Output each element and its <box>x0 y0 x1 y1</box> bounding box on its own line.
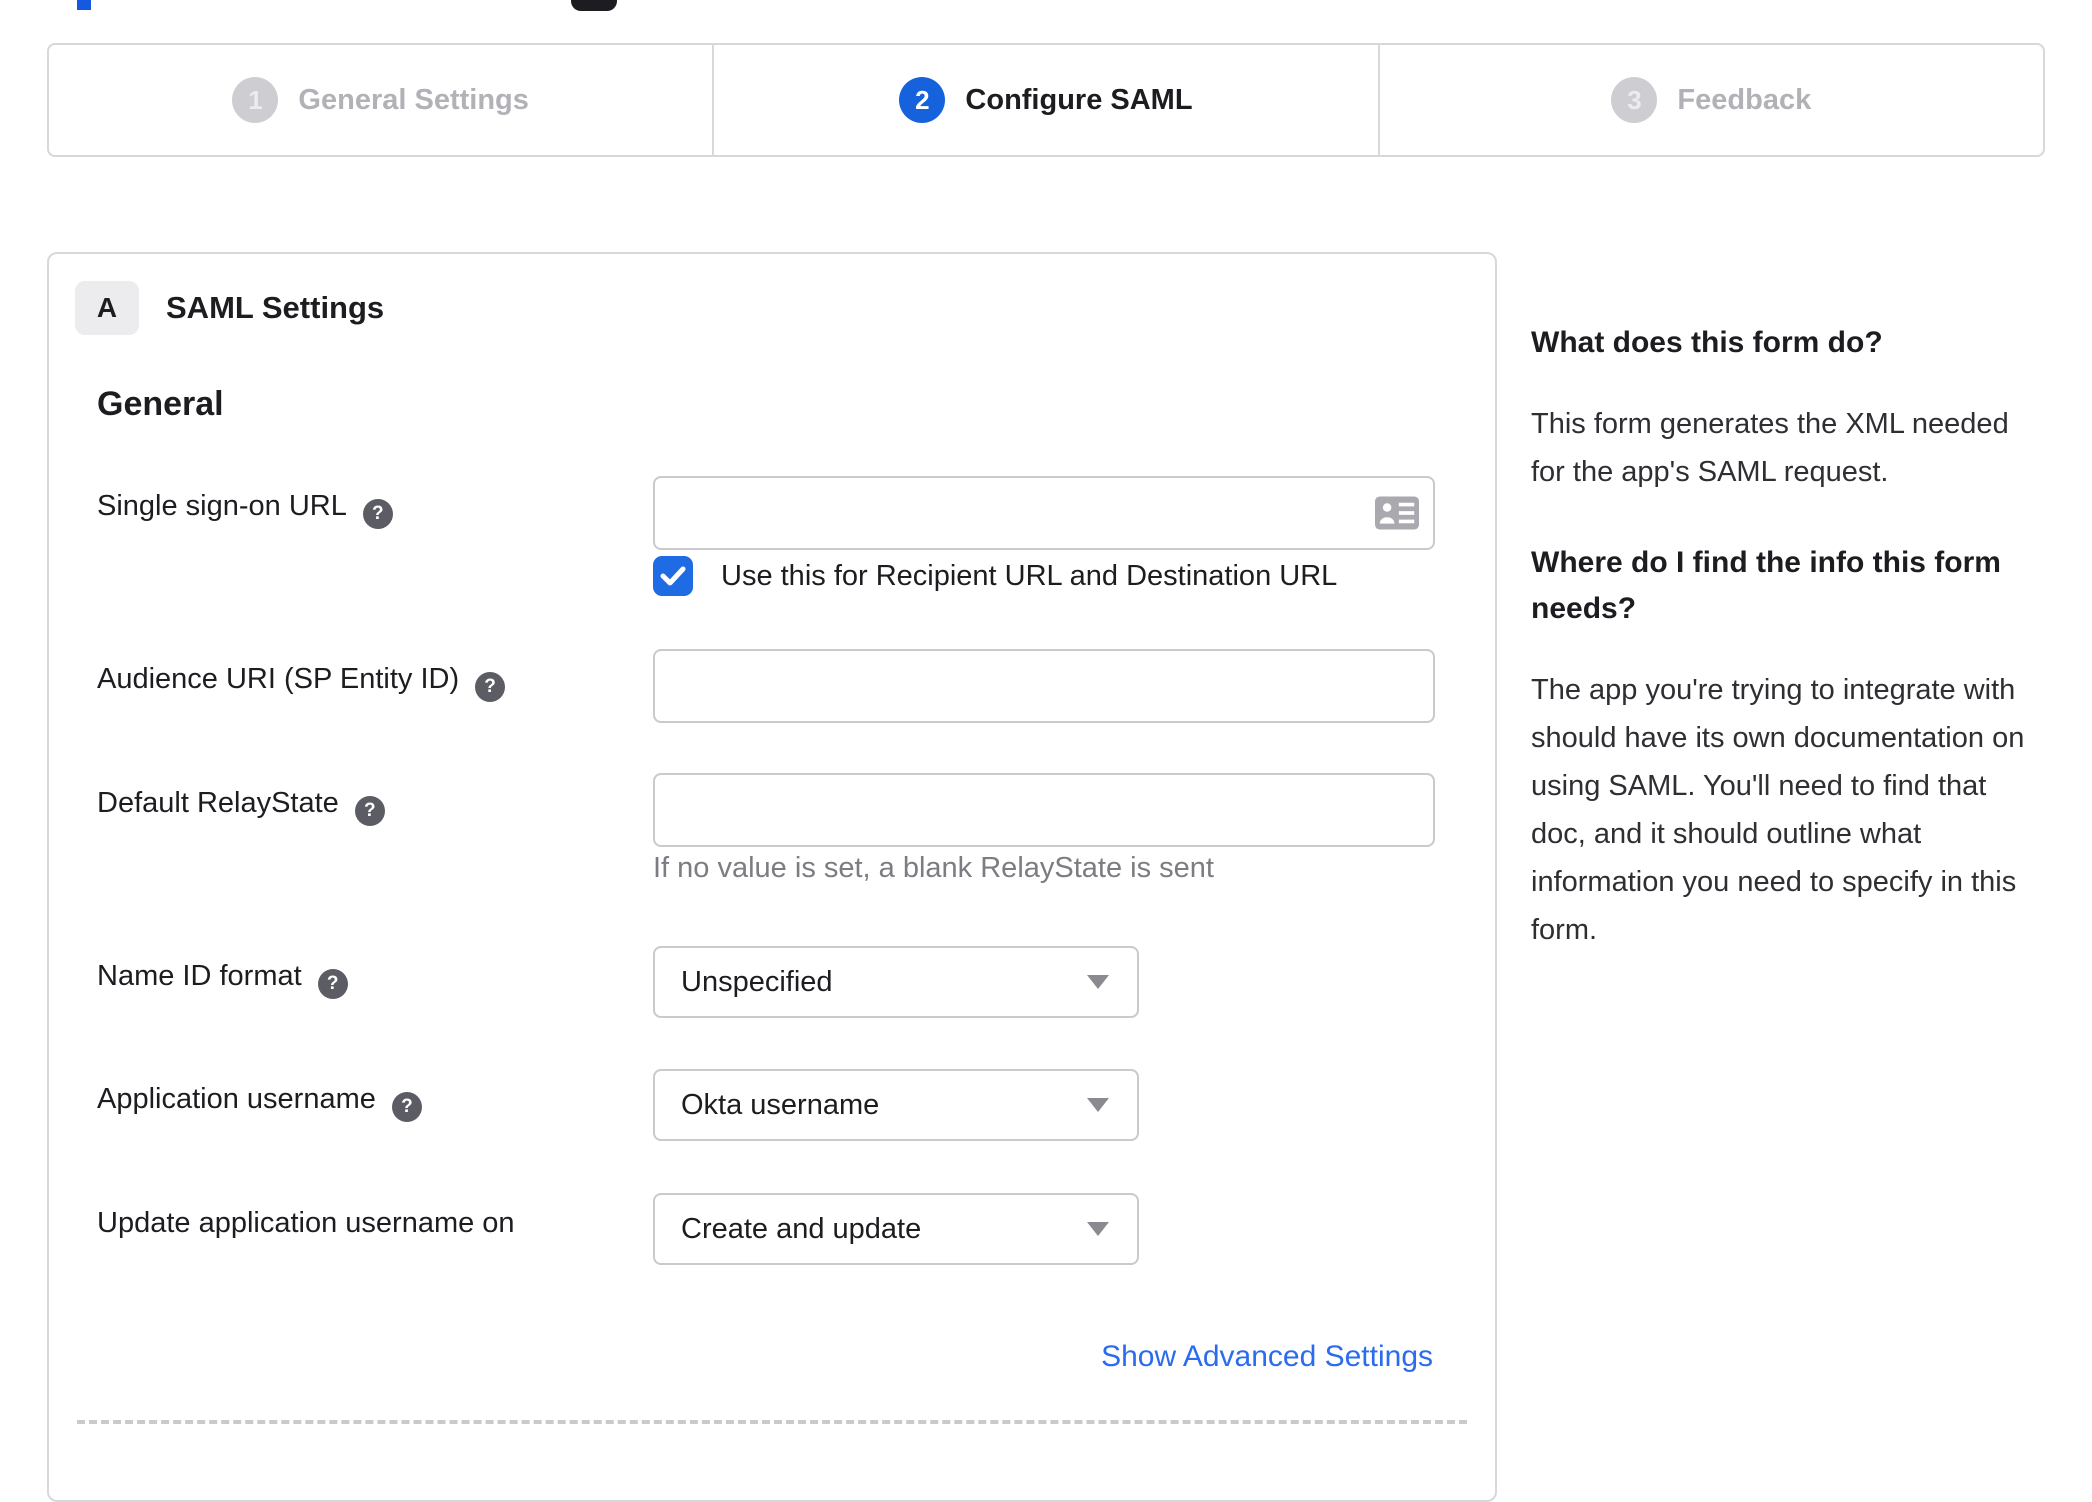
section-title: SAML Settings <box>166 290 385 325</box>
application-username-select[interactable]: Okta username <box>653 1069 1139 1141</box>
recipient-url-checkbox-label[interactable]: Use this for Recipient URL and Destinati… <box>721 560 1337 593</box>
dropdown-arrow-icon <box>1087 1098 1109 1112</box>
recipient-url-checkbox-row: Use this for Recipient URL and Destinati… <box>653 556 1337 596</box>
help-question-1-body: This form generates the XML needed for t… <box>1531 408 2009 488</box>
name-id-format-select[interactable]: Unspecified <box>653 946 1139 1018</box>
relaystate-helper-text: If no value is set, a blank RelayState i… <box>653 852 1214 884</box>
saml-settings-panel: A SAML Settings General Single sign-on U… <box>47 252 1497 1502</box>
step-label: Feedback <box>1677 83 1812 116</box>
cropped-title-fragment-blue <box>77 0 91 10</box>
help-icon[interactable]: ? <box>317 969 348 999</box>
help-question-1-title: What does this form do? <box>1531 326 1883 359</box>
help-icon[interactable]: ? <box>362 499 393 529</box>
dashed-divider <box>77 1420 1467 1424</box>
default-relaystate-input[interactable] <box>653 773 1435 847</box>
dropdown-arrow-icon <box>1087 1222 1109 1236</box>
audience-uri-label: Audience URI (SP Entity ID)? <box>97 663 506 702</box>
step-number-badge: 1 <box>232 77 279 123</box>
step-number-badge: 3 <box>1611 77 1658 123</box>
cropped-title-fragment-black <box>571 0 617 11</box>
help-panel: What does this form do? This form genera… <box>1531 320 2045 998</box>
help-icon[interactable]: ? <box>475 672 506 702</box>
update-username-on-label: Update application username on <box>97 1207 515 1239</box>
section-badge-a: A <box>75 281 139 335</box>
select-value: Okta username <box>681 1088 880 1121</box>
name-id-format-label: Name ID format? <box>97 960 348 999</box>
help-icon[interactable]: ? <box>391 1092 422 1122</box>
step-general-settings[interactable]: 1 General Settings <box>49 45 712 155</box>
update-username-on-select[interactable]: Create and update <box>653 1193 1139 1265</box>
application-username-label: Application username? <box>97 1083 422 1122</box>
audience-uri-input[interactable] <box>653 649 1435 723</box>
contact-card-icon <box>1375 496 1419 530</box>
step-feedback[interactable]: 3 Feedback <box>1377 45 2043 155</box>
wizard-stepper: 1 General Settings 2 Configure SAML 3 Fe… <box>47 43 2045 157</box>
help-icon[interactable]: ? <box>354 796 385 826</box>
select-value: Unspecified <box>681 965 833 998</box>
dropdown-arrow-icon <box>1087 975 1109 989</box>
step-configure-saml[interactable]: 2 Configure SAML <box>712 45 1377 155</box>
help-question-2-title: Where do I find the info this form needs… <box>1531 546 2001 625</box>
step-number-badge: 2 <box>899 77 946 123</box>
single-sign-on-url-label: Single sign-on URL? <box>97 490 393 529</box>
recipient-url-checkbox[interactable] <box>653 556 693 596</box>
general-heading: General <box>97 385 224 423</box>
select-value: Create and update <box>681 1212 922 1245</box>
single-sign-on-url-input[interactable] <box>653 476 1435 550</box>
default-relaystate-label: Default RelayState? <box>97 787 385 826</box>
help-question-2-body: The app you're trying to integrate with … <box>1531 674 2025 946</box>
step-label: Configure SAML <box>965 83 1193 116</box>
show-advanced-settings-link[interactable]: Show Advanced Settings <box>1101 1340 1433 1374</box>
checkmark-icon <box>660 566 686 586</box>
step-label: General Settings <box>298 83 529 116</box>
